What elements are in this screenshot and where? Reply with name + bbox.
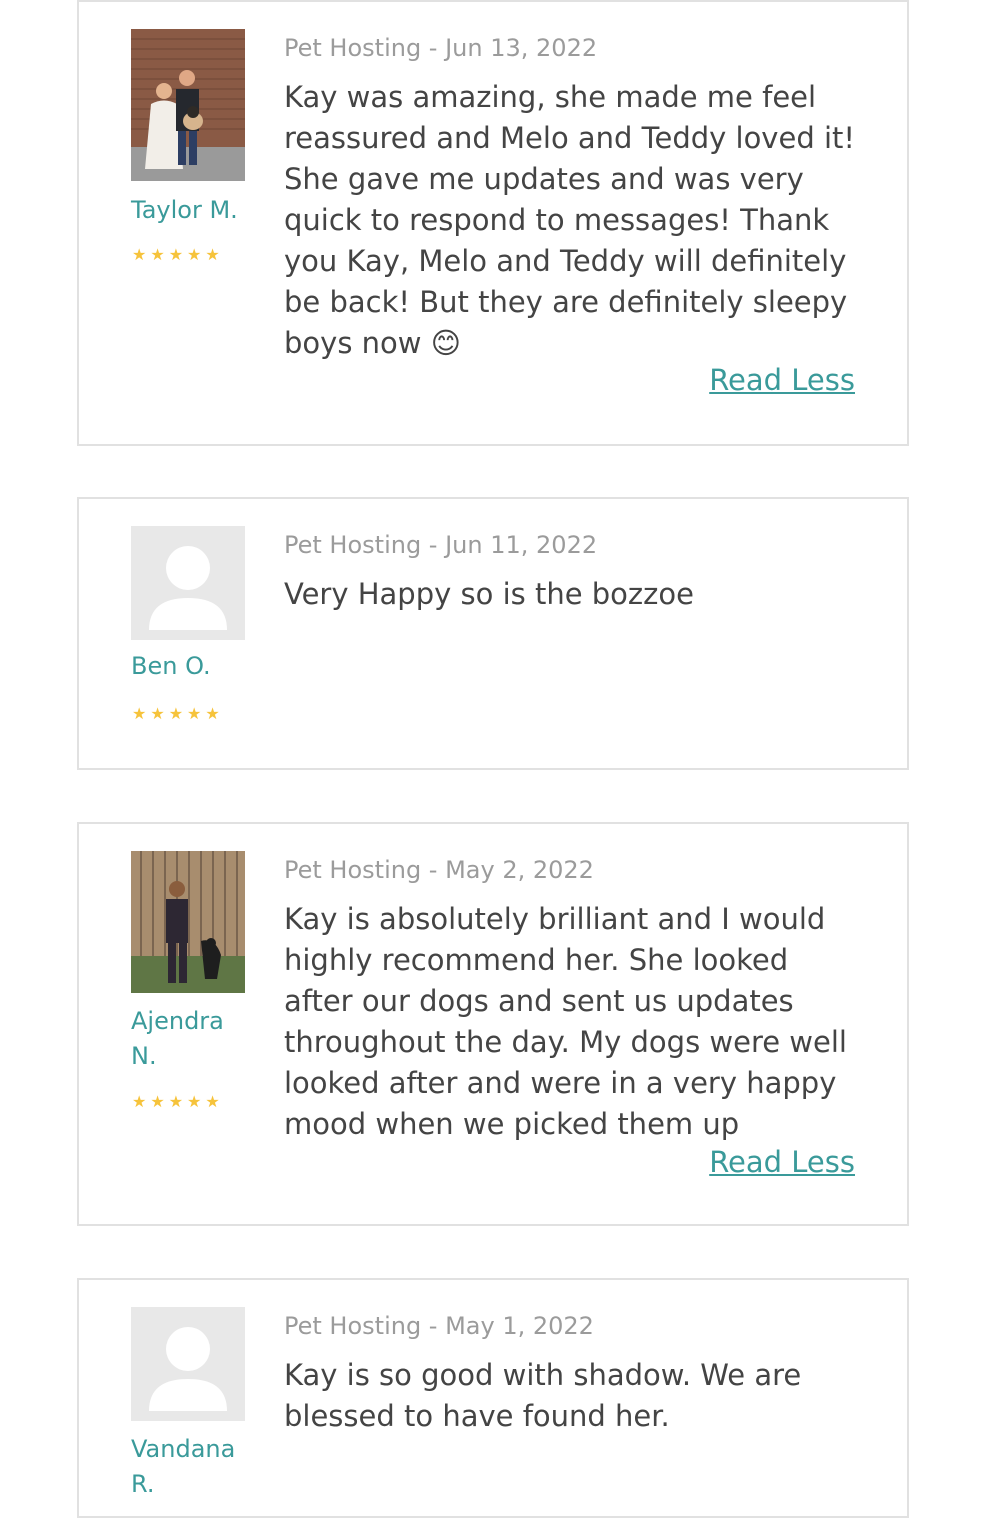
star-icon: ★ [205,704,220,723]
star-icon: ★ [168,704,184,723]
star-icon: ★ [150,245,165,264]
star-icon: ★ [187,704,202,723]
reviewer-photo[interactable] [131,851,245,993]
review-card: Ben O. ★ ★ ★ ★ ★ Pet Hosting - Jun 11, 2… [77,497,909,770]
star-icon: ★ [132,245,147,264]
star-icon: ★ [168,1092,184,1111]
star-icon: ★ [168,245,184,264]
review-text: Very Happy so is the bozzoe [284,577,694,611]
reviewer-photo[interactable] [131,29,245,181]
reviewer-name[interactable]: Ajendra N. [131,1004,251,1074]
review-card: Vandana R. Pet Hosting - May 1, 2022 Kay… [77,1278,909,1518]
star-icon: ★ [150,704,165,723]
review-text: Kay is absolutely brilliant and I would … [284,902,847,1141]
star-icon: ★ [205,1092,220,1111]
review-text: Kay is so good with shadow. We are bless… [284,1358,802,1433]
review-card: Taylor M. ★ ★ ★ ★ ★ Pet Hosting - Jun 13… [77,0,909,446]
reviewer-name[interactable]: Vandana R. [131,1432,251,1502]
star-rating: ★ ★ ★ ★ ★ [132,706,220,722]
star-icon: ★ [132,1092,147,1111]
star-icon: ★ [187,1092,202,1111]
star-rating: ★ ★ ★ ★ ★ [132,247,220,263]
user-placeholder-icon[interactable] [131,1307,245,1421]
review-meta: Pet Hosting - Jun 11, 2022 [284,531,598,559]
reviewer-name[interactable]: Ben O. [131,649,251,684]
star-rating: ★ ★ ★ ★ ★ [132,1094,220,1110]
reviewer-name[interactable]: Taylor M. [131,193,251,228]
star-icon: ★ [150,1092,165,1111]
user-placeholder-icon[interactable] [131,526,245,640]
review-meta: Pet Hosting - Jun 13, 2022 [284,34,598,62]
review-text: Kay was amazing, she made me feel reassu… [284,80,855,360]
read-less-link[interactable]: Read Less [709,1144,855,1180]
star-icon: ★ [205,245,220,264]
star-icon: ★ [187,245,202,264]
review-meta: Pet Hosting - May 2, 2022 [284,856,594,884]
review-card: Ajendra N. ★ ★ ★ ★ ★ Pet Hosting - May 2… [77,822,909,1226]
read-less-link[interactable]: Read Less [709,362,855,398]
review-meta: Pet Hosting - May 1, 2022 [284,1312,594,1340]
star-icon: ★ [132,704,147,723]
